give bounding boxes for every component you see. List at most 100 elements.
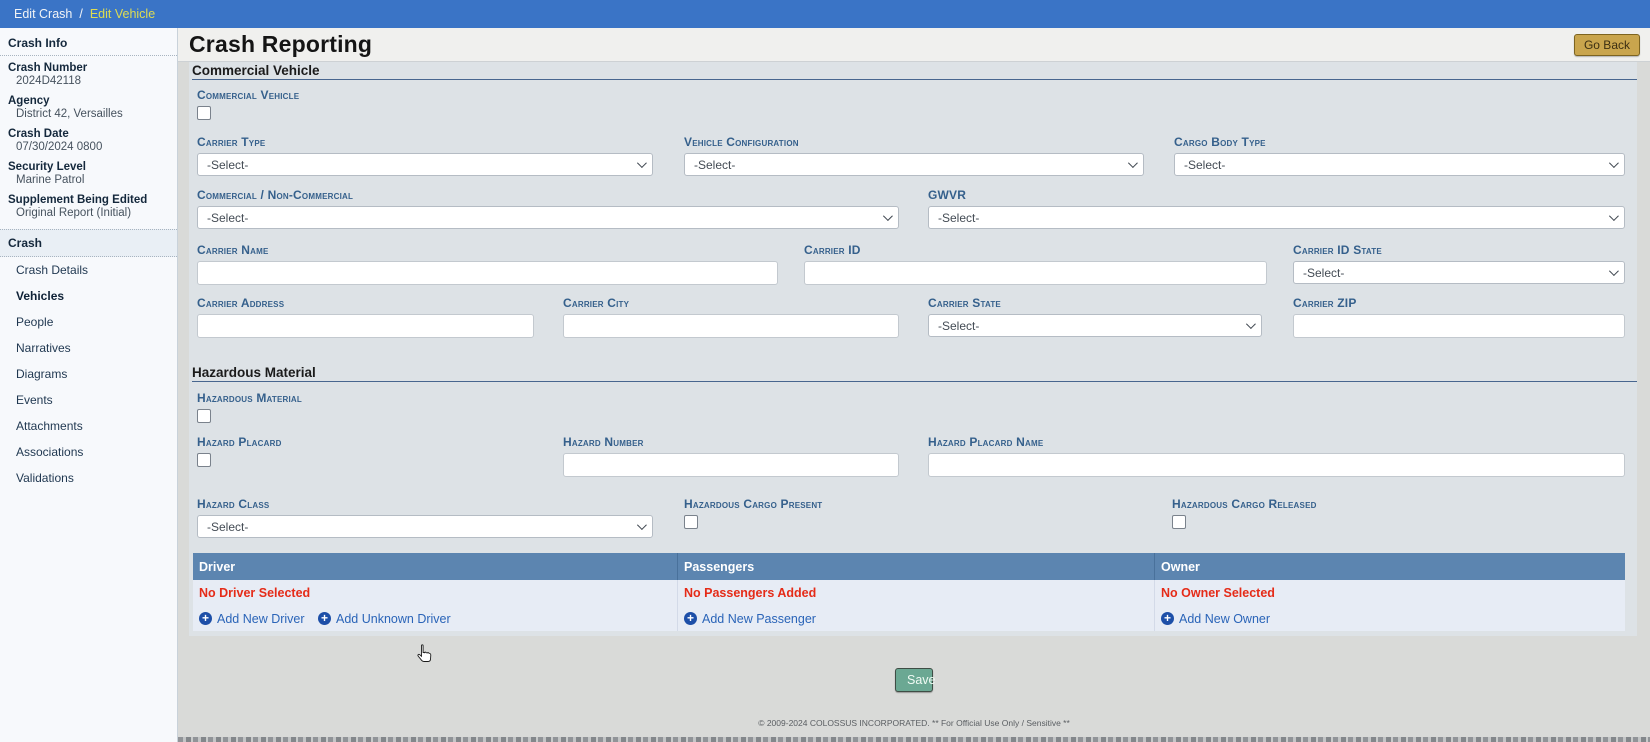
carrier-address-input[interactable] (197, 314, 534, 338)
hazard-placard-checkbox[interactable] (197, 453, 211, 467)
commercial-vehicle-checkbox[interactable] (197, 106, 211, 120)
footer-fineprint-cutoff (178, 737, 1650, 742)
agency-value: District 42, Versailles (0, 108, 177, 122)
sidebar-section-crash: Crash (0, 229, 177, 257)
carrier-id-input[interactable] (804, 261, 1267, 285)
hazardous-cargo-released-checkbox[interactable] (1172, 515, 1186, 529)
sidebar-item-vehicles[interactable]: Vehicles (0, 283, 177, 309)
add-icon (684, 612, 697, 625)
hazard-number-input[interactable] (563, 453, 899, 477)
carrier-zip-input[interactable] (1293, 314, 1625, 338)
go-back-button[interactable]: Go Back (1574, 34, 1640, 56)
hazardous-cargo-present-label: Hazardous Cargo Present (684, 497, 1135, 511)
cargo-body-type-label: Cargo Body Type (1174, 135, 1625, 149)
main-area: Crash Reporting Go Back Commercial Vehic… (178, 28, 1650, 742)
hazard-placard-name-input[interactable] (928, 453, 1625, 477)
hazard-class-label: Hazard Class (197, 497, 653, 511)
driver-column-header: Driver (193, 553, 678, 580)
hazard-placard-name-label: Hazard Placard Name (928, 435, 1625, 449)
carrier-type-label: Carrier Type (197, 135, 653, 149)
commercial-non-commercial-select[interactable]: -Select- (197, 206, 899, 229)
footer-copyright: © 2009-2024 COLOSSUS INCORPORATED. ** Fo… (178, 718, 1650, 728)
add-icon (1161, 612, 1174, 625)
breadcrumb-current-link[interactable]: Edit Vehicle (90, 7, 155, 21)
hazard-class-select[interactable]: -Select- (197, 515, 653, 538)
people-table-actions-row: Add New Driver Add Unknown Driver Add Ne… (193, 605, 1625, 631)
carrier-state-select-value: -Select- (938, 319, 979, 333)
gwvr-select[interactable]: -Select- (928, 206, 1625, 229)
carrier-city-label: Carrier City (563, 296, 899, 310)
carrier-name-input[interactable] (197, 261, 778, 285)
no-owner-status: No Owner Selected (1161, 586, 1275, 600)
chevron-down-icon (1609, 266, 1619, 276)
no-passengers-status: No Passengers Added (684, 586, 816, 600)
vehicle-configuration-label: Vehicle Configuration (684, 135, 1144, 149)
carrier-city-input[interactable] (563, 314, 899, 338)
carrier-id-label: Carrier ID (804, 243, 1267, 257)
vehicle-configuration-select-value: -Select- (694, 158, 735, 172)
hazardous-material-checkbox[interactable] (197, 409, 211, 423)
people-table-header: Driver Passengers Owner (193, 553, 1625, 580)
cargo-body-type-select[interactable]: -Select- (1174, 153, 1625, 176)
hazard-placard-label: Hazard Placard (197, 435, 534, 449)
hazardous-material-label: Hazardous Material (197, 391, 302, 405)
hazardous-cargo-present-checkbox[interactable] (684, 515, 698, 529)
add-new-driver-link[interactable]: Add New Driver (199, 612, 305, 626)
carrier-id-state-select[interactable]: -Select- (1293, 261, 1625, 284)
sidebar: Crash Info Crash Number 2024D42118 Agenc… (0, 28, 178, 742)
carrier-type-select-value: -Select- (207, 158, 248, 172)
breadcrumb: Edit Crash / Edit Vehicle (0, 0, 1650, 28)
security-level-label: Security Level (0, 155, 177, 174)
hazardous-material-section-header: Hazardous Material (192, 365, 1637, 382)
hazard-number-label: Hazard Number (563, 435, 899, 449)
commercial-vehicle-label: Commercial Vehicle (197, 88, 299, 102)
carrier-state-label: Carrier State (928, 296, 1262, 310)
carrier-type-select[interactable]: -Select- (197, 153, 653, 176)
crash-number-value: 2024D42118 (0, 75, 177, 89)
crash-date-label: Crash Date (0, 122, 177, 141)
sidebar-item-narratives[interactable]: Narratives (0, 335, 177, 361)
carrier-id-state-select-value: -Select- (1303, 266, 1344, 280)
chevron-down-icon (1609, 211, 1619, 221)
sidebar-item-attachments[interactable]: Attachments (0, 413, 177, 439)
add-new-passenger-link[interactable]: Add New Passenger (684, 612, 816, 626)
gwvr-label: GWVR (928, 188, 1625, 202)
sidebar-item-diagrams[interactable]: Diagrams (0, 361, 177, 387)
add-unknown-driver-link[interactable]: Add Unknown Driver (318, 612, 451, 626)
breadcrumb-separator: / (79, 7, 82, 21)
sidebar-title: Crash Info (0, 28, 177, 56)
passengers-column-header: Passengers (678, 553, 1155, 580)
vehicle-configuration-select[interactable]: -Select- (684, 153, 1144, 176)
carrier-zip-label: Carrier ZIP (1293, 296, 1625, 310)
security-level-value: Marine Patrol (0, 174, 177, 188)
mouse-cursor-hand (416, 644, 432, 664)
save-button[interactable]: Save (895, 668, 933, 692)
add-new-owner-link[interactable]: Add New Owner (1161, 612, 1270, 626)
supplement-label: Supplement Being Edited (0, 188, 177, 207)
cargo-body-type-select-value: -Select- (1184, 158, 1225, 172)
sidebar-item-people[interactable]: People (0, 309, 177, 335)
vehicle-form-panel: Commercial Vehicle Commercial Vehicle Ca… (189, 62, 1637, 636)
carrier-id-state-label: Carrier ID State (1293, 243, 1625, 257)
carrier-state-select[interactable]: -Select- (928, 314, 1262, 337)
sidebar-item-events[interactable]: Events (0, 387, 177, 413)
people-table-status-row: No Driver Selected No Passengers Added N… (193, 580, 1625, 605)
sidebar-item-validations[interactable]: Validations (0, 465, 177, 491)
crash-date-value: 07/30/2024 0800 (0, 141, 177, 155)
commercial-vehicle-section-header: Commercial Vehicle (192, 63, 1637, 80)
owner-column-header: Owner (1155, 553, 1625, 580)
chevron-down-icon (1246, 319, 1256, 329)
chevron-down-icon (1609, 158, 1619, 168)
sidebar-item-associations[interactable]: Associations (0, 439, 177, 465)
agency-label: Agency (0, 89, 177, 108)
main-header: Crash Reporting Go Back (178, 28, 1650, 62)
supplement-value: Original Report (Initial) (0, 207, 177, 221)
breadcrumb-parent-link[interactable]: Edit Crash (14, 7, 72, 21)
commercial-non-commercial-label: Commercial / Non-Commercial (197, 188, 899, 202)
carrier-name-label: Carrier Name (197, 243, 778, 257)
sidebar-item-crash-details[interactable]: Crash Details (0, 257, 177, 283)
carrier-address-label: Carrier Address (197, 296, 534, 310)
page-title: Crash Reporting (189, 31, 372, 58)
hazardous-cargo-released-label: Hazardous Cargo Released (1172, 497, 1625, 511)
chevron-down-icon (883, 211, 893, 221)
